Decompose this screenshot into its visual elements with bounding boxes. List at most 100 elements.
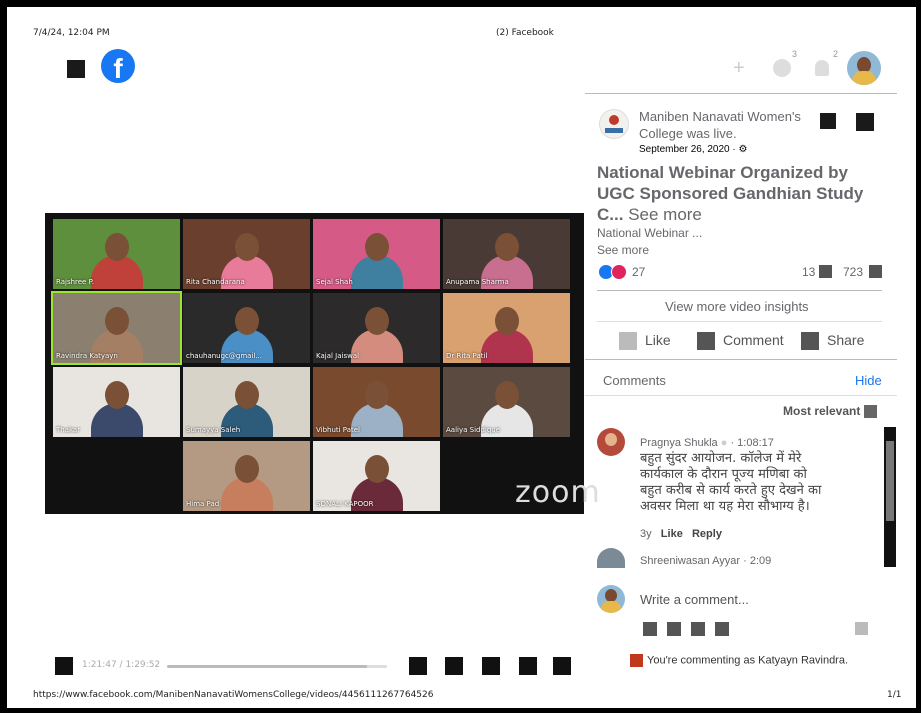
page-name-2[interactable]: College	[639, 126, 683, 141]
sort-dropdown[interactable]: Most relevant	[783, 404, 877, 419]
post-date[interactable]: September 26, 2020 · ⚙	[639, 144, 747, 155]
participant-name: Vibhuti Patel	[316, 426, 361, 434]
like-button[interactable]: Like	[619, 332, 671, 351]
comment-2-timestamp[interactable]: · 2:09	[743, 555, 771, 567]
post-title-line2: UGC Sponsored Gandhian Study	[597, 184, 864, 203]
participant-tile[interactable]: Dr Rita Patil	[443, 293, 570, 363]
video-insights-link[interactable]: View more video insights	[665, 299, 809, 314]
plus-icon[interactable]: +	[733, 57, 745, 80]
sticker-icon[interactable]	[715, 622, 729, 636]
more-options-button[interactable]	[856, 113, 874, 131]
profile-switch-icon[interactable]	[630, 654, 643, 667]
divider	[597, 290, 882, 291]
settings-button[interactable]	[409, 657, 427, 675]
participant-tile[interactable]: Aaliya Siddique	[443, 367, 570, 437]
comment-count[interactable]: 13	[802, 265, 815, 279]
participant-head	[104, 381, 129, 409]
participant-tile[interactable]: Anupama Sharma	[443, 219, 570, 289]
page-avatar[interactable]	[599, 109, 629, 139]
verified-icon: ●	[720, 437, 728, 449]
post-title-line1: National Webinar Organized by	[597, 163, 848, 182]
commenter-avatar-2[interactable]	[597, 548, 625, 568]
participant-tile[interactable]: Rita Chandarana	[183, 219, 310, 289]
participant-head	[234, 307, 259, 335]
hide-comments-link[interactable]: Hide	[855, 373, 882, 388]
send-icon[interactable]	[855, 622, 868, 635]
play-pause-button[interactable]	[55, 657, 73, 675]
scrollbar-thumb[interactable]	[886, 441, 894, 521]
fullscreen-button[interactable]	[519, 657, 537, 675]
participant-tile[interactable]: Ravindra Katyayn	[51, 291, 182, 365]
close-video-button[interactable]	[67, 60, 85, 78]
divider	[597, 321, 882, 322]
comment-2-header: Shreeniwasan Ayyar · 2:09	[640, 555, 771, 567]
participant-tile[interactable]: Thakar	[53, 367, 180, 437]
participant-name: Dr Rita Patil	[446, 352, 488, 360]
video-timestamp: 1:21:47 / 1:29:52	[82, 660, 161, 670]
love-reaction-icon	[611, 264, 627, 280]
share-button[interactable]: Share	[801, 332, 865, 351]
page-name[interactable]: Maniben Nanavati Women's	[639, 109, 801, 124]
comments-scrollbar[interactable]	[884, 427, 896, 567]
participant-tile[interactable]: Sumayya Saleh	[183, 367, 310, 437]
comment-input[interactable]: Write a comment...	[640, 592, 749, 607]
save-button[interactable]	[820, 113, 836, 129]
post-title-line3: C... See more	[597, 205, 702, 225]
comment-age: 3y	[640, 528, 652, 540]
comment-button[interactable]: Comment	[697, 332, 784, 351]
print-page-title: (2) Facebook	[496, 28, 554, 38]
comment-author[interactable]: Pragnya Shukla	[640, 437, 718, 449]
like-label: Like	[645, 332, 671, 348]
participant-head	[494, 381, 519, 409]
video-player[interactable]: zoom Rajshree P. Rita Chandarana Sejal Sha…	[45, 213, 600, 514]
commenting-as: You're commenting as Katyayn Ravindra.	[630, 654, 848, 667]
see-more-link[interactable]: See more	[628, 205, 702, 224]
commenting-as-label: You're commenting as Katyayn Ravindra.	[647, 654, 849, 667]
participant-head	[364, 233, 389, 261]
facebook-logo[interactable]: f	[101, 49, 135, 83]
participant-tile[interactable]: Kajal Jaiswal	[313, 293, 440, 363]
messenger-icon[interactable]	[773, 59, 791, 77]
participant-tile[interactable]: chauhanugc@gmail...	[183, 293, 310, 363]
reaction-count[interactable]: 27	[632, 265, 645, 279]
like-icon	[619, 332, 637, 351]
comment-reply-button[interactable]: Reply	[692, 528, 722, 540]
participant-tile[interactable]: Vibhuti Patel	[313, 367, 440, 437]
divider	[585, 359, 897, 360]
participant-name: Sumayya Saleh	[186, 426, 241, 434]
participant-name: Ravindra Katyayn	[56, 352, 118, 360]
print-page-number: 1/1	[887, 690, 902, 700]
participant-head	[234, 381, 259, 409]
participant-tile[interactable]: Rajshree P.	[53, 219, 180, 289]
video-progress-bar[interactable]	[167, 665, 387, 668]
comment-like-button[interactable]: Like	[661, 528, 683, 540]
print-url: https://www.facebook.com/ManibenNanavati…	[33, 690, 434, 700]
gif-icon[interactable]	[691, 622, 705, 636]
profile-avatar[interactable]	[847, 51, 881, 85]
participant-tile[interactable]: Sejal Shah	[313, 219, 440, 289]
divider	[585, 93, 897, 94]
see-more-link-2[interactable]: See more	[597, 243, 649, 257]
hd-button[interactable]	[445, 657, 463, 675]
participant-name: Sejal Shah	[316, 278, 353, 286]
comment-timestamp[interactable]: · 1:08:17	[730, 437, 773, 449]
enlarge-button[interactable]	[482, 657, 500, 675]
comment-text-line: कार्यकाल के दौरान पूज्य मणिबा को	[640, 467, 807, 482]
participant-head	[364, 307, 389, 335]
commenter-avatar[interactable]	[597, 428, 625, 456]
camera-icon[interactable]	[667, 622, 681, 636]
emoji-icon[interactable]	[643, 622, 657, 636]
zoom-watermark: zoom	[515, 475, 601, 510]
comment-2-author[interactable]: Shreeniwasan Ayyar	[640, 555, 740, 567]
participant-name: Kajal Jaiswal	[316, 352, 360, 360]
volume-button[interactable]	[553, 657, 571, 675]
print-datetime: 7/4/24, 12:04 PM	[33, 28, 110, 38]
chevron-down-icon	[863, 405, 877, 419]
comment-text-line: बहुत करीब से कार्य करते हुए देखने का	[640, 483, 822, 498]
participant-head	[494, 233, 519, 261]
view-count: 723	[843, 265, 864, 279]
notification-bell-icon[interactable]	[815, 60, 829, 76]
share-label: Share	[827, 332, 865, 348]
participant-tile[interactable]: SONALI KAPOOR	[313, 441, 440, 511]
participant-tile[interactable]: Hima Pad	[183, 441, 310, 511]
